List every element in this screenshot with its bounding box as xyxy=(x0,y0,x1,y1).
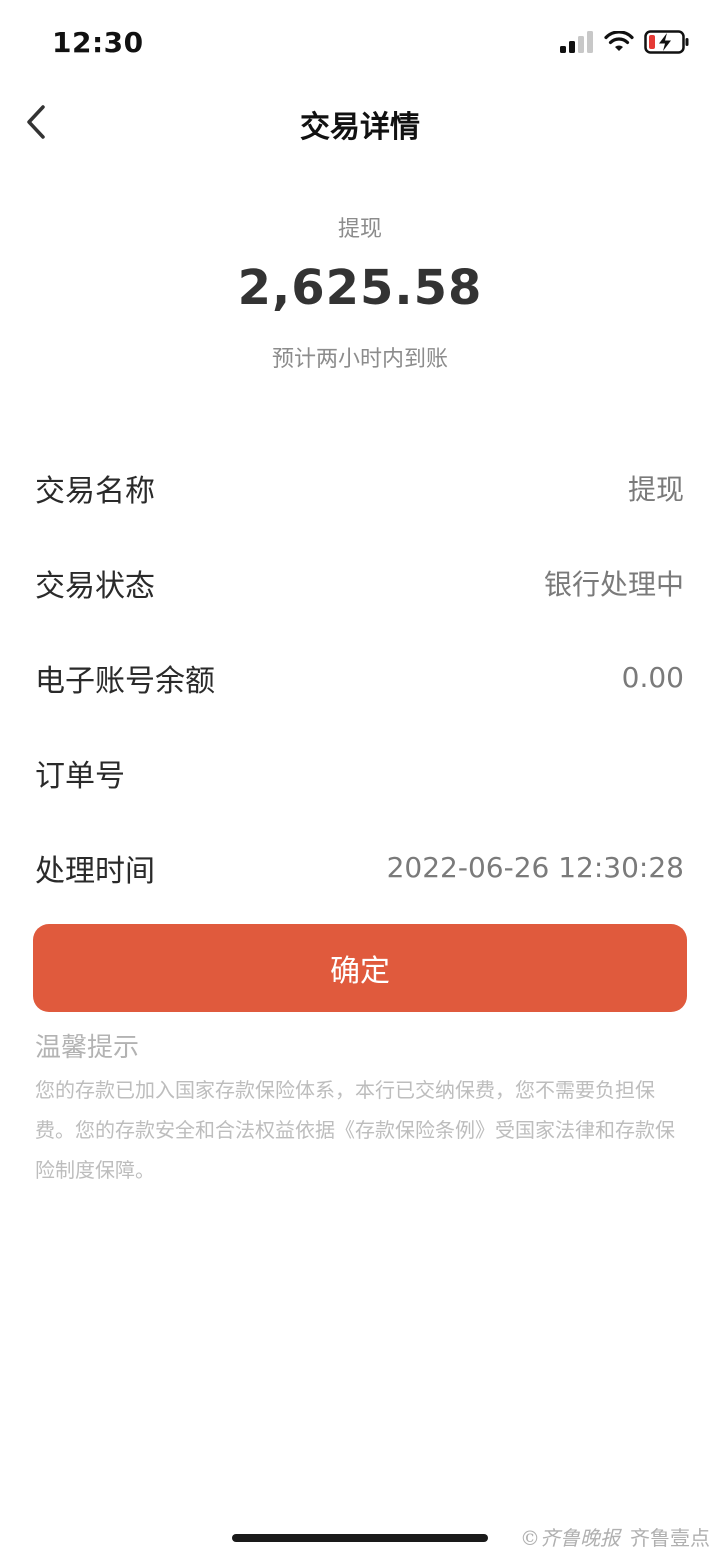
watermark: ©齐鲁晚报 齐鲁壹点 xyxy=(520,1522,710,1551)
detail-label: 电子账号余额 xyxy=(35,663,215,699)
detail-row-transaction-name: 交易名称 提现 xyxy=(35,440,684,535)
detail-label: 订单号 xyxy=(35,758,125,794)
detail-value: 2022-06-26 12:30:28 xyxy=(386,851,684,884)
home-indicator[interactable] xyxy=(232,1534,488,1542)
status-bar: 12:30 xyxy=(0,0,720,84)
transaction-summary: 提现 2,625.58 预计两小时内到账 xyxy=(0,210,720,380)
detail-label: 交易状态 xyxy=(35,568,155,604)
detail-label: 交易名称 xyxy=(35,473,155,509)
watermark-left: ©齐鲁晚报 xyxy=(520,1526,620,1550)
signal-icon xyxy=(560,31,594,57)
tips-title: 温馨提示 xyxy=(35,1033,140,1063)
summary-amount: 2,625.58 xyxy=(237,260,483,316)
detail-row-order-number: 订单号 xyxy=(35,725,684,820)
detail-list: 交易名称 提现 交易状态 银行处理中 电子账号余额 0.00 订单号 处理时间 … xyxy=(35,440,684,915)
tips-body: 您的存款已加入国家存款保险体系，本行已交纳保费，您不需要负担保费。您的存款安全和… xyxy=(35,1078,675,1182)
wifi-icon xyxy=(604,30,634,57)
tips-section: 温馨提示 您的存款已加入国家存款保险体系，本行已交纳保费，您不需要负担保费。您的… xyxy=(35,1028,684,1190)
nav-bar: 交易详情 xyxy=(0,84,720,164)
battery-charging-icon xyxy=(644,30,690,58)
status-icons xyxy=(560,30,690,58)
confirm-button[interactable]: 确定 xyxy=(33,924,687,1012)
detail-value: 提现 xyxy=(627,472,684,506)
page-title: 交易详情 xyxy=(300,110,420,145)
detail-value: 银行处理中 xyxy=(543,567,684,601)
detail-value: 0.00 xyxy=(621,661,684,694)
detail-row-transaction-status: 交易状态 银行处理中 xyxy=(35,535,684,630)
watermark-right: 齐鲁壹点 xyxy=(630,1526,710,1550)
summary-type: 提现 xyxy=(337,217,382,242)
detail-row-account-balance: 电子账号余额 0.00 xyxy=(35,630,684,725)
detail-label: 处理时间 xyxy=(35,853,155,889)
summary-eta: 预计两小时内到账 xyxy=(271,347,448,372)
detail-row-processing-time: 处理时间 2022-06-26 12:30:28 xyxy=(35,820,684,915)
status-time: 12:30 xyxy=(52,26,144,59)
